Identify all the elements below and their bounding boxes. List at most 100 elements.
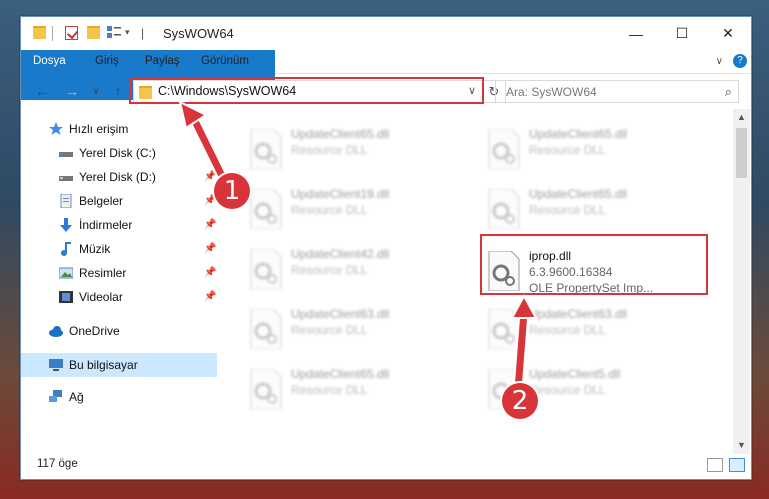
sidebar-item-documents[interactable]: Belgeler 📌 (21, 189, 217, 213)
file-name: UpdateClient5.dll (529, 367, 621, 381)
sidebar-item-label: Ağ (69, 390, 84, 404)
help-icon[interactable]: ? (733, 54, 747, 68)
tab-view[interactable]: Görünüm (201, 50, 249, 73)
file-name: UpdateClient19.dll (291, 187, 390, 201)
customize-toolbar-icon[interactable] (107, 26, 121, 39)
dll-file-icon (250, 189, 282, 229)
tab-home[interactable]: Giriş (95, 50, 119, 73)
file-name: UpdateClient63.dll (291, 307, 390, 321)
sidebar-item-label: İndirmeler (79, 218, 133, 232)
tab-share[interactable]: Paylaş (145, 50, 180, 73)
forward-icon[interactable]: → (63, 83, 81, 99)
scroll-thumb[interactable] (736, 128, 747, 178)
file-name: UpdateClient65.dll (291, 127, 390, 141)
title-bar: ▾ | SysWOW64 — ☐ ✕ (21, 17, 751, 50)
sidebar-item-onedrive[interactable]: OneDrive (21, 319, 217, 343)
qa-separator: | (141, 26, 145, 40)
file-highlight-box (480, 234, 708, 295)
file-name: UpdateClient63.dll (529, 307, 628, 321)
file-type: Resource DLL (529, 203, 606, 217)
scroll-up-icon[interactable]: ▲ (733, 109, 750, 126)
properties-check-icon[interactable] (65, 26, 78, 40)
close-button[interactable]: ✕ (705, 17, 751, 50)
sidebar-item-this-pc[interactable]: Bu bilgisayar (21, 353, 217, 377)
list-item[interactable]: UpdateClient63.dll Resource DLL (477, 303, 707, 353)
divider (52, 26, 53, 41)
folder-icon (33, 26, 46, 39)
list-item[interactable]: UpdateClient65.dll Resource DLL (239, 123, 469, 173)
file-name: UpdateClient65.dll (529, 127, 628, 141)
list-item[interactable]: UpdateClient65.dll Resource DLL (477, 123, 707, 173)
pin-icon[interactable]: 📌 (204, 261, 216, 285)
sidebar-item-label: Yerel Disk (C:) (79, 146, 156, 160)
sidebar-item-disk-c[interactable]: Yerel Disk (C:) (21, 141, 217, 165)
dll-file-icon (488, 129, 520, 169)
pictures-icon (59, 267, 73, 279)
file-type: Resource DLL (291, 383, 368, 397)
step-1-badge: 1 (214, 173, 250, 209)
window-title: SysWOW64 (163, 26, 234, 41)
list-item[interactable]: UpdateClient65.dll Resource DLL (239, 363, 469, 413)
tiles-view-icon[interactable] (729, 458, 745, 472)
sidebar-item-label: Yerel Disk (D:) (79, 170, 156, 184)
dll-file-icon (250, 129, 282, 169)
file-type: Resource DLL (291, 203, 368, 217)
new-folder-icon[interactable] (87, 26, 100, 39)
sidebar-item-label: Belgeler (79, 194, 124, 208)
list-item[interactable]: UpdateClient42.dll Resource DLL (239, 243, 469, 293)
maximize-button[interactable]: ☐ (659, 17, 705, 50)
videos-icon (59, 291, 73, 303)
sidebar-item-label: Resimler (79, 266, 127, 280)
list-item[interactable]: UpdateClient63.dll Resource DLL (239, 303, 469, 353)
dll-file-icon (250, 249, 282, 289)
up-icon[interactable]: ↑ (109, 83, 127, 99)
scroll-down-icon[interactable]: ▼ (733, 437, 750, 454)
details-view-icon[interactable] (707, 458, 723, 472)
pin-icon[interactable]: 📌 (204, 237, 216, 261)
file-name: UpdateClient65.dll (291, 367, 390, 381)
minimize-button[interactable]: — (613, 17, 659, 50)
file-type: Resource DLL (291, 323, 368, 337)
ribbon-expand-icon[interactable]: ∨ (716, 56, 723, 67)
file-name: UpdateClient42.dll (291, 247, 390, 261)
pin-icon[interactable]: 📌 (204, 213, 216, 237)
list-item[interactable]: UpdateClient19.dll Resource DLL (239, 183, 469, 233)
qa-dropdown-icon[interactable]: ▾ (125, 27, 130, 38)
file-type: Resource DLL (529, 383, 606, 397)
sidebar-item-downloads[interactable]: İndirmeler 📌 (21, 213, 217, 237)
star-icon (49, 122, 63, 135)
sidebar-item-pictures[interactable]: Resimler 📌 (21, 261, 217, 285)
dll-file-icon (488, 189, 520, 229)
sidebar-item-quick-access[interactable]: Hızlı erişim (21, 117, 217, 141)
sidebar-item-label: Bu bilgisayar (69, 358, 138, 372)
navigation-pane: Hızlı erişim Yerel Disk (C:) Yerel Disk … (21, 109, 219, 454)
sidebar-item-label: OneDrive (69, 324, 120, 338)
drive-icon (59, 176, 73, 181)
drive-icon (59, 152, 73, 157)
search-placeholder: Ara: SysWOW64 (506, 85, 597, 99)
back-icon[interactable]: ← (33, 83, 51, 99)
sidebar-item-label: Hızlı erişim (69, 122, 129, 136)
sidebar-item-label: Videolar (79, 290, 123, 304)
sidebar-item-disk-d[interactable]: Yerel Disk (D:) 📌 (21, 165, 217, 189)
ribbon-tabs: Dosya Giriş Paylaş Görünüm ∨ ? (21, 50, 751, 100)
file-type: Resource DLL (529, 143, 606, 157)
documents-icon (60, 194, 72, 208)
sidebar-item-network[interactable]: Ağ (21, 385, 217, 409)
dll-file-icon (250, 369, 282, 409)
cloud-icon (49, 326, 63, 337)
search-icon[interactable]: ⌕ (725, 84, 732, 100)
pin-icon[interactable]: 📌 (204, 285, 216, 309)
recent-locations-icon[interactable]: ∨ (87, 86, 105, 97)
file-type: Resource DLL (529, 323, 606, 337)
address-highlight-box (129, 77, 484, 104)
list-item[interactable]: UpdateClient65.dll Resource DLL (477, 183, 707, 233)
search-input[interactable]: Ara: SysWOW64 ⌕ (495, 80, 739, 103)
dll-file-icon (488, 309, 520, 349)
file-type: Resource DLL (291, 263, 368, 277)
sidebar-item-music[interactable]: Müzik 📌 (21, 237, 217, 261)
sidebar-item-videos[interactable]: Videolar 📌 (21, 285, 217, 309)
file-name: UpdateClient65.dll (529, 187, 628, 201)
item-count: 117 öge (37, 458, 78, 470)
vertical-scrollbar[interactable]: ▲ ▼ (733, 109, 750, 454)
